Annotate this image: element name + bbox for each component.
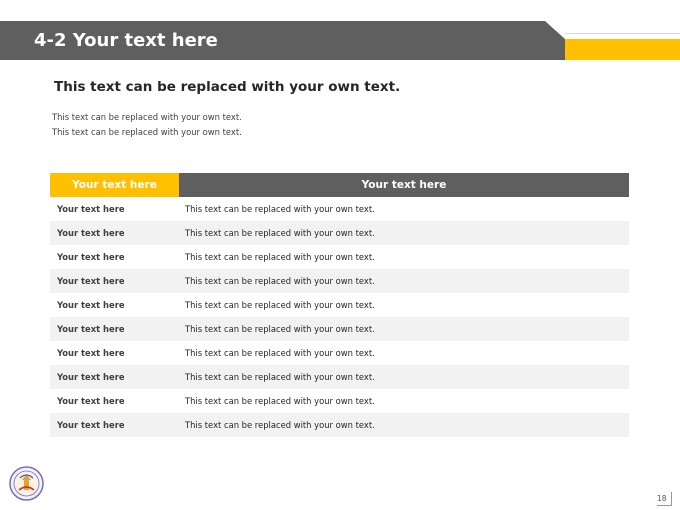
table-row: Your text here This text can be replaced…	[50, 389, 629, 413]
section-subtitle: This text can be replaced with your own …	[54, 79, 401, 95]
content-table: Your text here Your text here Your text …	[50, 173, 629, 437]
row-label: Your text here	[57, 348, 125, 358]
table-row: Your text here This text can be replaced…	[50, 221, 629, 245]
table-header-left: Your text here	[50, 173, 179, 197]
row-text: This text can be replaced with your own …	[185, 252, 375, 262]
body-text-line-2: This text can be replaced with your own …	[52, 127, 242, 137]
page-number-divider	[671, 492, 672, 506]
header-bar: 4-2 Your text here	[0, 21, 565, 60]
row-label: Your text here	[57, 396, 125, 406]
table-row: Your text here This text can be replaced…	[50, 365, 629, 389]
row-text: This text can be replaced with your own …	[185, 300, 375, 310]
row-text: This text can be replaced with your own …	[185, 396, 375, 406]
page-number-underline	[657, 505, 672, 506]
table-row: Your text here This text can be replaced…	[50, 245, 629, 269]
table-row: Your text here This text can be replaced…	[50, 317, 629, 341]
row-label: Your text here	[57, 252, 125, 262]
table-row: Your text here This text can be replaced…	[50, 269, 629, 293]
row-label: Your text here	[57, 300, 125, 310]
row-label: Your text here	[50, 317, 179, 341]
table-header-row: Your text here Your text here	[50, 173, 629, 197]
row-text: This text can be replaced with your own …	[179, 413, 629, 437]
row-text: This text can be replaced with your own …	[179, 269, 629, 293]
accent-bar	[565, 39, 680, 60]
row-label: Your text here	[57, 204, 125, 214]
table-header-right: Your text here	[179, 173, 629, 197]
row-text: This text can be replaced with your own …	[179, 221, 629, 245]
row-text: This text can be replaced with your own …	[185, 204, 375, 214]
row-label: Your text here	[50, 221, 179, 245]
row-text: This text can be replaced with your own …	[179, 365, 629, 389]
row-text: This text can be replaced with your own …	[179, 317, 629, 341]
page-title: 4-2 Your text here	[34, 30, 218, 51]
seal-logo-icon	[9, 466, 44, 501]
row-label: Your text here	[50, 413, 179, 437]
table-row: Your text here This text can be replaced…	[50, 197, 629, 221]
table-row: Your text here This text can be replaced…	[50, 413, 629, 437]
row-label: Your text here	[50, 365, 179, 389]
table-row: Your text here This text can be replaced…	[50, 293, 629, 317]
accent-divider	[565, 33, 680, 34]
row-label: Your text here	[50, 269, 179, 293]
table-row: Your text here This text can be replaced…	[50, 341, 629, 365]
row-text: This text can be replaced with your own …	[185, 348, 375, 358]
body-text-line-1: This text can be replaced with your own …	[52, 112, 242, 122]
